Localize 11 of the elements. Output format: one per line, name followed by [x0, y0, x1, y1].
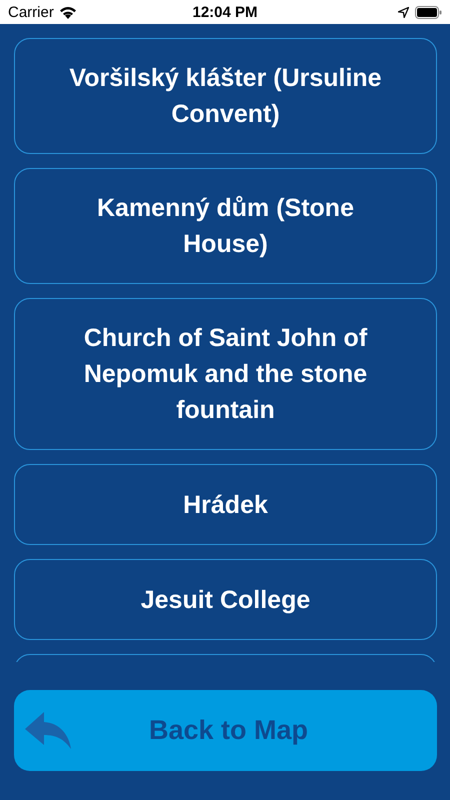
- battery-icon: [415, 6, 442, 18]
- place-button[interactable]: Jesuit College: [14, 559, 437, 640]
- wifi-icon: [58, 6, 77, 18]
- clock-time: 12:04 PM: [192, 4, 258, 20]
- place-button[interactable]: Church of Saint John of Nepomuk and the stone fountain: [14, 298, 437, 450]
- carrier-label: Carrier: [8, 4, 54, 20]
- location-arrow-icon: [398, 6, 409, 18]
- place-button[interactable]: Hrádek: [14, 464, 437, 545]
- place-button[interactable]: Voršilský klášter (Ursuline Convent): [14, 38, 437, 154]
- reply-arrow-icon: [24, 711, 72, 751]
- place-button[interactable]: Kamenný dům (Stone House): [14, 168, 437, 284]
